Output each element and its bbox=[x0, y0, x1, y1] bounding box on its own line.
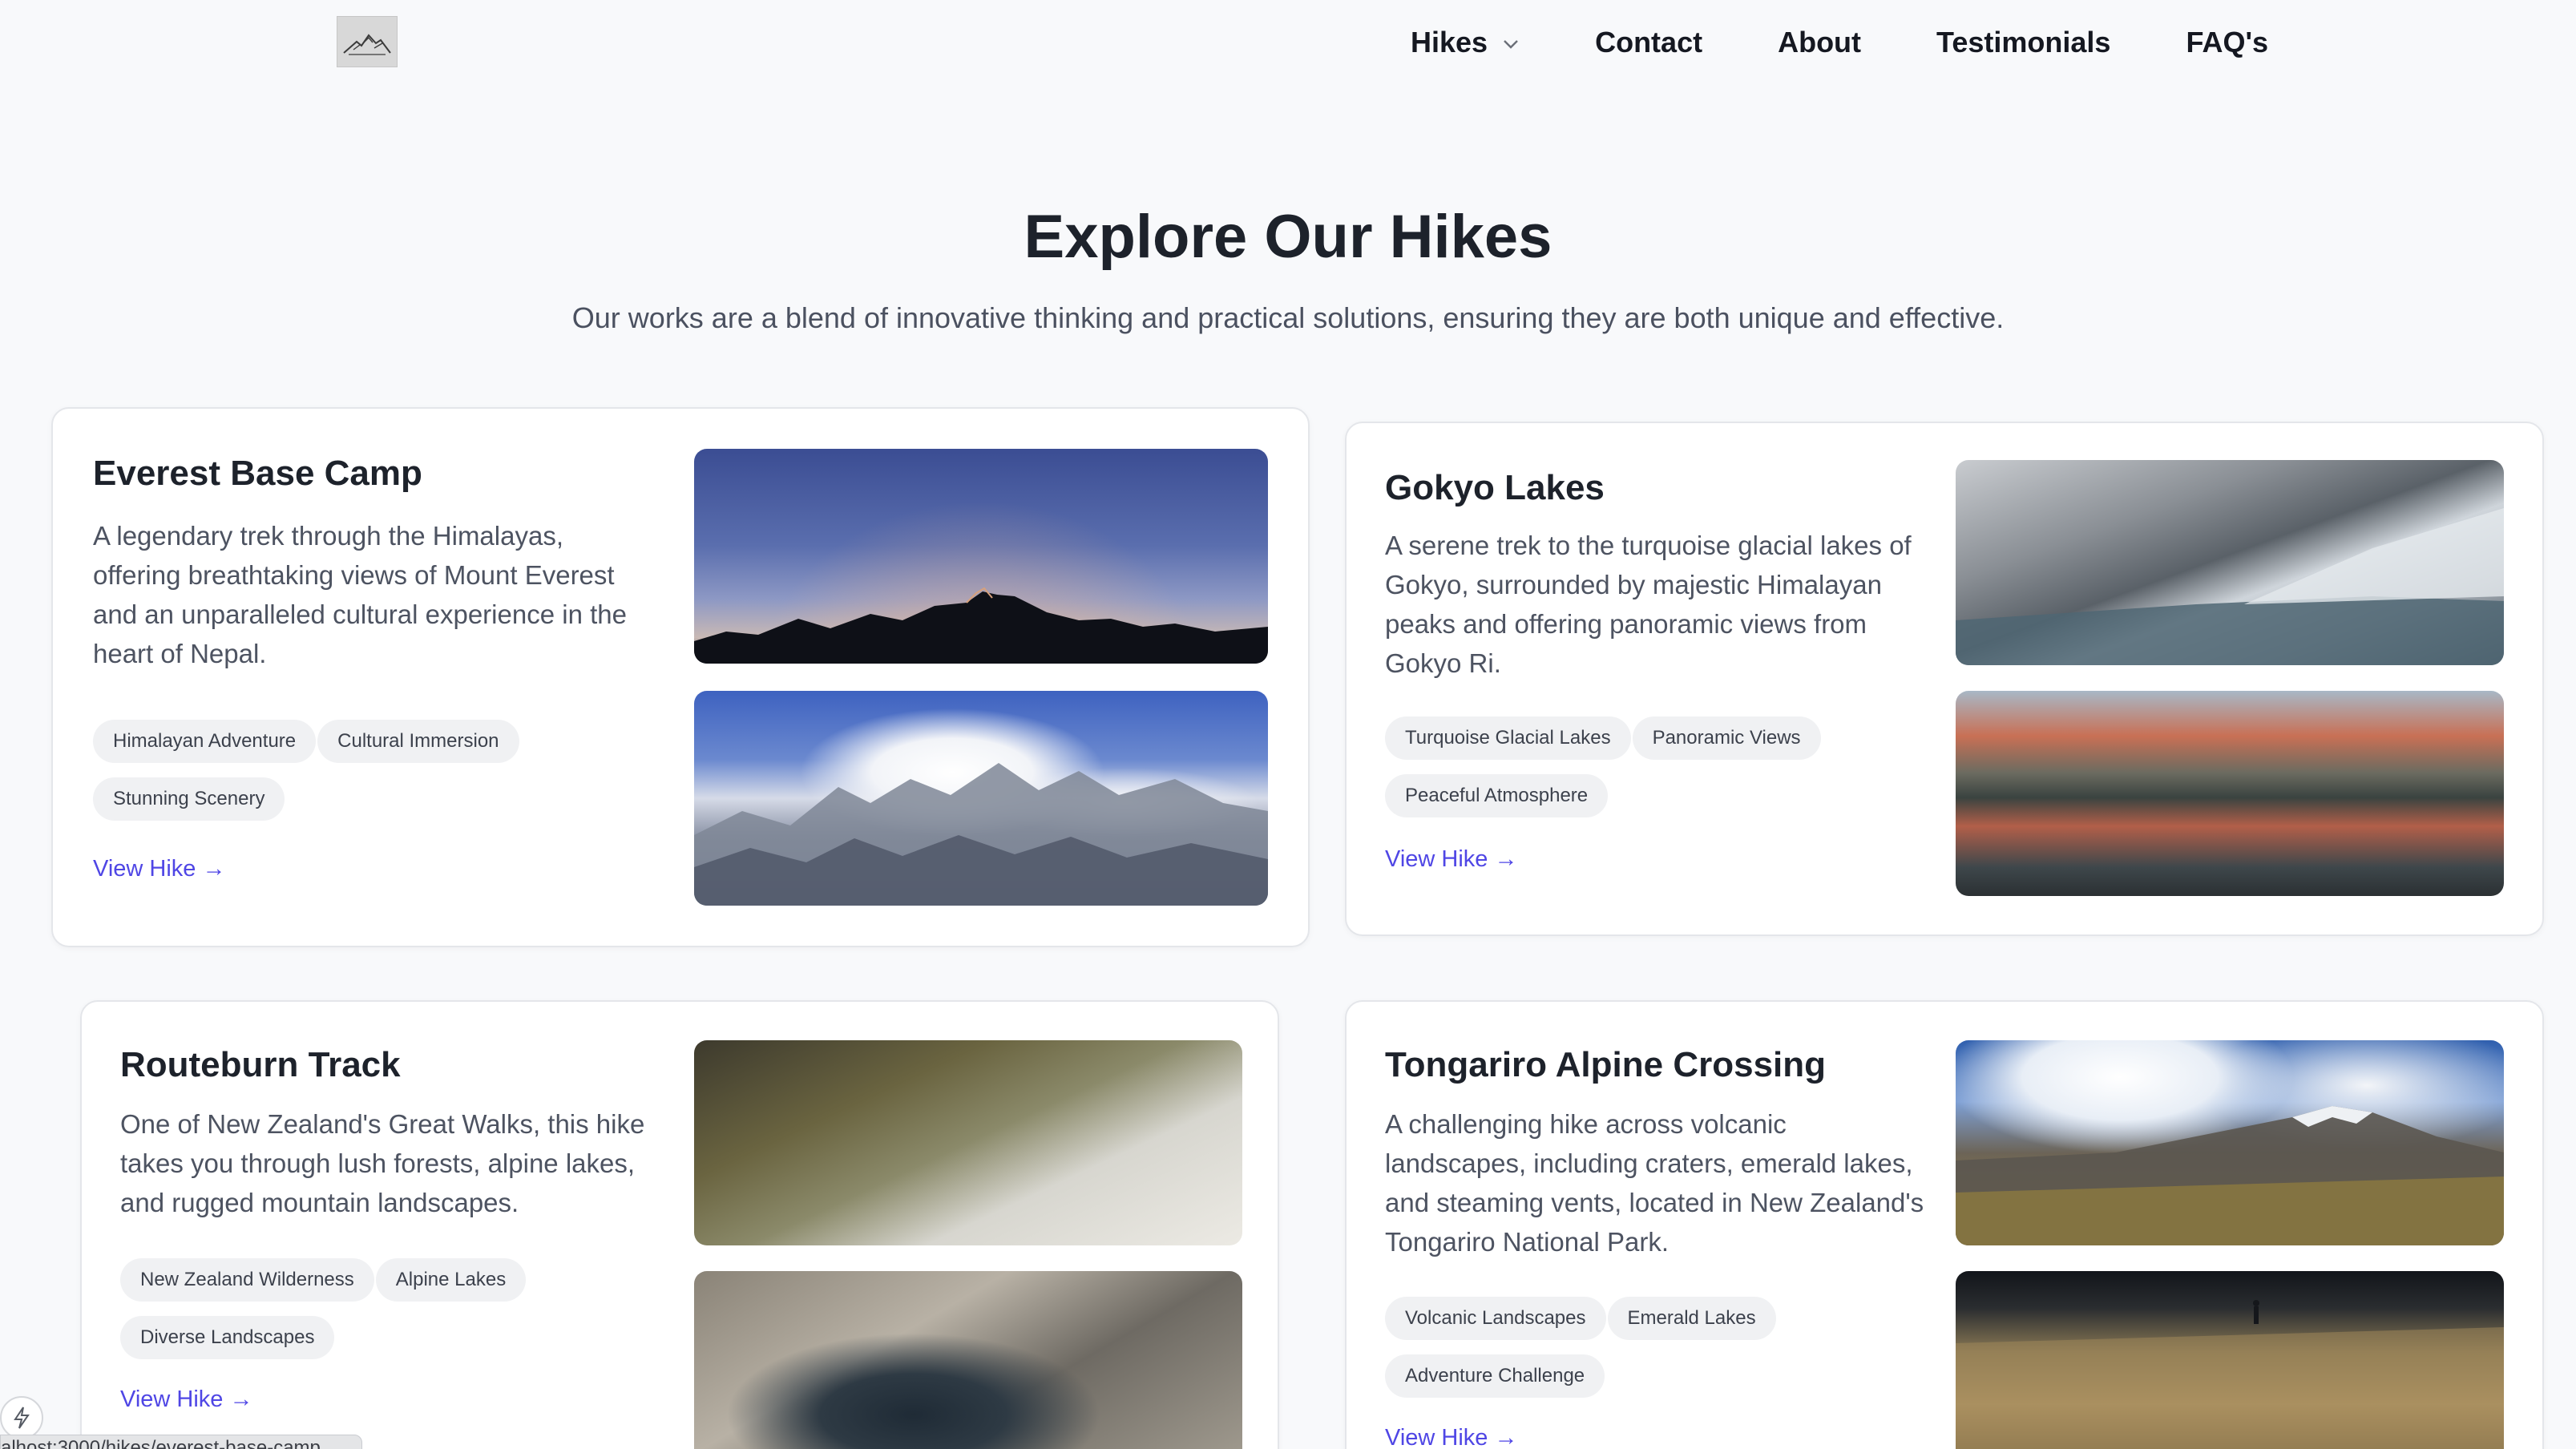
hike-description: A challenging hike across volcanic lands… bbox=[1385, 1109, 1924, 1257]
tag: Turquoise Glacial Lakes bbox=[1385, 716, 1631, 760]
hike-image bbox=[694, 449, 1268, 664]
tag: Adventure Challenge bbox=[1385, 1354, 1605, 1398]
hike-description: A legendary trek through the Himalayas, … bbox=[93, 521, 627, 668]
page-title: Explore Our Hikes bbox=[1024, 203, 1552, 271]
nav-about[interactable]: About bbox=[1778, 26, 1861, 59]
dev-tools-badge[interactable] bbox=[0, 1396, 43, 1439]
lightning-icon bbox=[14, 1407, 30, 1429]
chevron-down-icon bbox=[1504, 40, 1518, 49]
hike-image bbox=[1956, 1040, 2504, 1245]
tag: Stunning Scenery bbox=[93, 777, 285, 821]
mountain-silhouette bbox=[694, 587, 1268, 664]
hike-title: Routeburn Track bbox=[120, 1045, 401, 1084]
hike-card-gokyo: Gokyo Lakes A serene trek to the turquoi… bbox=[1345, 422, 2544, 936]
view-hike-link[interactable]: View Hike → bbox=[1385, 846, 1517, 873]
view-hike-link[interactable]: View Hike → bbox=[1385, 1425, 1517, 1449]
tag: Peaceful Atmosphere bbox=[1385, 774, 1609, 817]
hike-card-routeburn: Routeburn Track One of New Zealand's Gre… bbox=[80, 1000, 1279, 1449]
hike-tags: Turquoise Glacial Lakes Panoramic Views … bbox=[1385, 716, 1898, 817]
hike-image bbox=[694, 1040, 1242, 1245]
hike-image bbox=[694, 1271, 1242, 1449]
hike-description: One of New Zealand's Great Walks, this h… bbox=[120, 1109, 645, 1217]
tag: Diverse Landscapes bbox=[120, 1316, 335, 1359]
hike-description: A serene trek to the turquoise glacial l… bbox=[1385, 531, 1912, 678]
hike-tags: Himalayan Adventure Cultural Immersion S… bbox=[93, 720, 622, 821]
hike-tags: Volcanic Landscapes Emerald Lakes Advent… bbox=[1385, 1297, 1898, 1398]
hike-title: Everest Base Camp bbox=[93, 454, 422, 493]
nav-hikes[interactable]: Hikes bbox=[1411, 26, 1520, 59]
lake-shape bbox=[1956, 508, 2504, 665]
status-bar-url: alhost:3000/hikes/everest-base-camp bbox=[0, 1435, 362, 1449]
hike-card-tongariro: Tongariro Alpine Crossing A challenging … bbox=[1345, 1000, 2544, 1449]
nav-faq[interactable]: FAQ's bbox=[2186, 26, 2268, 59]
tag: Himalayan Adventure bbox=[93, 720, 317, 763]
hike-image bbox=[1956, 691, 2504, 896]
hike-card-everest: Everest Base Camp A legendary trek throu… bbox=[51, 407, 1310, 947]
main-nav: Hikes Contact About Testimonials FAQ's bbox=[1411, 22, 2268, 63]
nav-contact[interactable]: Contact bbox=[1595, 26, 1702, 59]
hike-image bbox=[1956, 460, 2504, 665]
view-hike-link[interactable]: View Hike → bbox=[120, 1386, 252, 1413]
volcano-shape bbox=[1956, 1106, 2504, 1245]
hike-title: Tongariro Alpine Crossing bbox=[1385, 1045, 1827, 1084]
view-hike-link[interactable]: View Hike → bbox=[93, 856, 225, 882]
logo[interactable] bbox=[337, 16, 398, 67]
nav-hikes-label: Hikes bbox=[1411, 26, 1488, 59]
hike-image bbox=[694, 691, 1268, 906]
tag: Alpine Lakes bbox=[375, 1258, 527, 1302]
tag: New Zealand Wilderness bbox=[120, 1258, 374, 1302]
page-subtitle: Our works are a blend of innovative thin… bbox=[571, 301, 2005, 334]
tag: Cultural Immersion bbox=[317, 720, 519, 763]
tag: Volcanic Landscapes bbox=[1385, 1297, 1606, 1340]
tag: Panoramic Views bbox=[1632, 716, 1821, 760]
mountain-logo-icon bbox=[343, 34, 391, 55]
nav-testimonials[interactable]: Testimonials bbox=[1936, 26, 2110, 59]
mountain-range bbox=[694, 763, 1268, 906]
hike-image bbox=[1956, 1271, 2504, 1449]
tag: Emerald Lakes bbox=[1607, 1297, 1776, 1340]
hike-title: Gokyo Lakes bbox=[1385, 468, 1605, 507]
hike-tags: New Zealand Wilderness Alpine Lakes Dive… bbox=[120, 1258, 633, 1359]
hiker-figure bbox=[1956, 1300, 2504, 1449]
